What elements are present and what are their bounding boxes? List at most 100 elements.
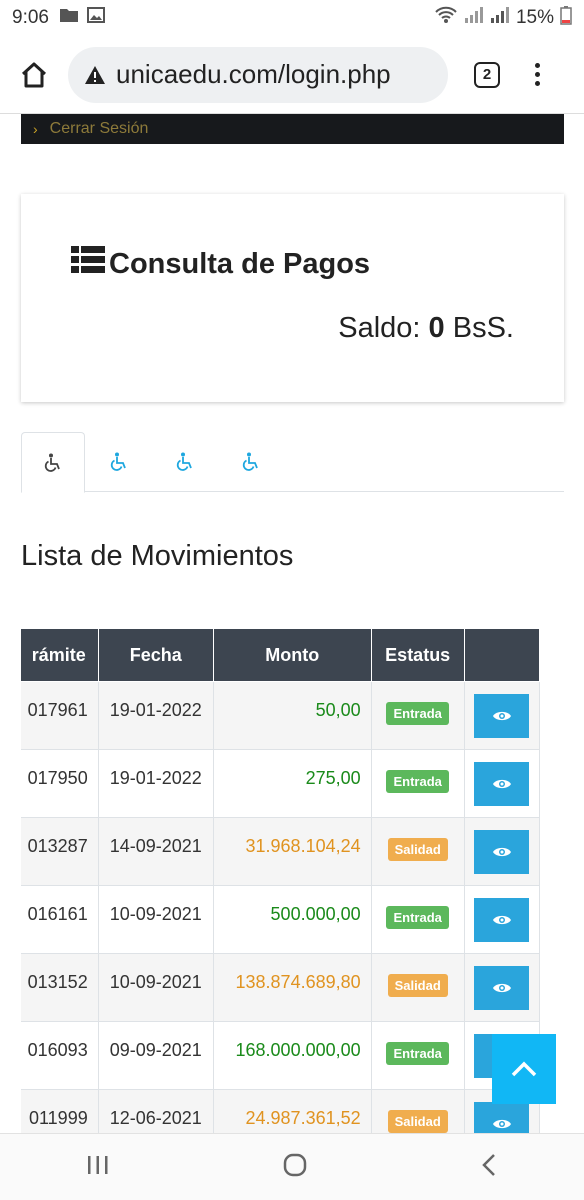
chevron-up-icon bbox=[511, 1061, 537, 1077]
header-accion bbox=[463, 628, 541, 682]
nav-strip: › Cerrar Sesión bbox=[21, 114, 564, 144]
status-bar: 9:06 15% bbox=[0, 0, 584, 36]
table-header-row: rámite Fecha Monto Estatus bbox=[21, 628, 541, 682]
eye-icon bbox=[492, 1119, 511, 1129]
eye-icon bbox=[492, 915, 511, 925]
cell-monto: 31.968.104,24 bbox=[212, 817, 372, 886]
tab-3[interactable] bbox=[153, 432, 217, 492]
status-right: 15% bbox=[434, 5, 572, 31]
recent-apps-button[interactable] bbox=[86, 1154, 110, 1181]
screen: 9:06 15% unicaedu.com/login.php 2 › Cerr… bbox=[0, 0, 584, 1200]
tab-switcher-button[interactable]: 2 bbox=[474, 61, 500, 88]
table-row: 016161 10-09-2021 500.000,00 Entrada bbox=[21, 885, 541, 954]
cell-accion bbox=[463, 749, 541, 818]
cell-estatus: Salidad bbox=[370, 817, 465, 886]
folder-icon bbox=[59, 7, 79, 29]
section-title: Lista de Movimientos bbox=[21, 540, 294, 572]
movements-table: rámite Fecha Monto Estatus 017961 19-01-2… bbox=[21, 628, 541, 1134]
cell-fecha: 10-09-2021 bbox=[97, 885, 214, 954]
cell-monto: 138.874.689,80 bbox=[212, 953, 372, 1022]
cell-monto: 50,00 bbox=[212, 681, 372, 750]
balance-card: Consulta de Pagos Saldo: 0 BsS. bbox=[21, 194, 564, 402]
cell-monto: 168.000.000,00 bbox=[212, 1021, 372, 1090]
recent-apps-icon bbox=[88, 1155, 108, 1174]
view-button[interactable] bbox=[474, 898, 530, 942]
tab-2[interactable] bbox=[87, 432, 151, 492]
cell-fecha: 09-09-2021 bbox=[97, 1021, 214, 1090]
cell-tramite: 017961 bbox=[21, 681, 99, 750]
movements-table-wrapper[interactable]: rámite Fecha Monto Estatus 017961 19-01-2… bbox=[21, 628, 564, 1134]
status-badge: Entrada bbox=[386, 906, 449, 929]
home-circle-icon bbox=[283, 1153, 307, 1176]
status-badge: Salidad bbox=[387, 838, 448, 861]
cell-accion bbox=[463, 681, 541, 750]
eye-icon bbox=[492, 847, 511, 857]
cell-accion bbox=[463, 953, 541, 1022]
cell-tramite: 017950 bbox=[21, 749, 99, 818]
eye-icon bbox=[492, 779, 511, 789]
view-button[interactable] bbox=[474, 830, 530, 874]
back-icon bbox=[482, 1153, 495, 1176]
balance-label: Saldo: bbox=[338, 312, 421, 344]
warning-icon bbox=[85, 65, 105, 84]
page-title-text: Consulta de Pagos bbox=[109, 247, 371, 280]
tab-bar bbox=[21, 432, 564, 493]
status-badge: Entrada bbox=[386, 702, 449, 725]
table-row: 013152 10-09-2021 138.874.689,80 Salidad bbox=[21, 953, 541, 1022]
view-button[interactable] bbox=[474, 694, 530, 738]
balance-unit: BsS. bbox=[452, 312, 514, 344]
header-tramite: rámite bbox=[21, 628, 99, 682]
cell-tramite: 013152 bbox=[21, 953, 99, 1022]
view-button[interactable] bbox=[474, 966, 530, 1010]
table-body: 017961 19-01-2022 50,00 Entrada 017950 19-01-… bbox=[21, 681, 541, 1134]
cell-tramite: 016161 bbox=[21, 885, 99, 954]
balance: Saldo: 0 BsS. bbox=[338, 312, 514, 345]
wifi-icon bbox=[434, 6, 458, 30]
image-icon bbox=[86, 7, 105, 29]
chevron-right-icon: › bbox=[33, 121, 38, 137]
wheelchair-icon bbox=[110, 452, 126, 471]
cell-estatus: Entrada bbox=[370, 885, 465, 954]
cell-tramite: 011999 bbox=[21, 1089, 99, 1134]
scroll-to-top-button[interactable] bbox=[492, 1034, 556, 1104]
url-text: unicaedu.com/login.php bbox=[116, 59, 391, 89]
header-fecha: Fecha bbox=[97, 628, 214, 682]
cell-monto: 275,00 bbox=[212, 749, 372, 818]
status-badge: Salidad bbox=[387, 974, 448, 997]
cell-monto: 500.000,00 bbox=[212, 885, 372, 954]
cell-accion bbox=[463, 817, 541, 886]
table-row: 011999 12-06-2021 24.987.361,52 Salidad bbox=[21, 1089, 541, 1134]
home-button[interactable] bbox=[12, 53, 56, 97]
logout-link[interactable]: Cerrar Sesión bbox=[50, 120, 149, 138]
signal-icon bbox=[464, 6, 484, 30]
eye-icon bbox=[492, 711, 511, 721]
battery-icon bbox=[560, 5, 572, 31]
address-bar[interactable]: unicaedu.com/login.php bbox=[68, 46, 448, 103]
cell-fecha: 19-01-2022 bbox=[97, 681, 214, 750]
table-row: 013287 14-09-2021 31.968.104,24 Salidad bbox=[21, 817, 541, 886]
home-nav-button[interactable] bbox=[282, 1152, 308, 1183]
view-button[interactable] bbox=[474, 762, 530, 806]
cell-fecha: 12-06-2021 bbox=[97, 1089, 214, 1134]
cell-estatus: Entrada bbox=[370, 1021, 465, 1090]
status-badge: Entrada bbox=[386, 770, 449, 793]
header-monto: Monto bbox=[212, 628, 372, 682]
browser-menu-button[interactable] bbox=[532, 63, 542, 86]
tab-1[interactable] bbox=[21, 432, 85, 493]
tab-4[interactable] bbox=[219, 432, 283, 492]
cell-tramite: 013287 bbox=[21, 817, 99, 886]
status-badge: Salidad bbox=[387, 1110, 448, 1133]
cell-monto: 24.987.361,52 bbox=[212, 1089, 372, 1134]
header-estatus: Estatus bbox=[370, 628, 465, 682]
cell-accion bbox=[463, 885, 541, 954]
view-button[interactable] bbox=[474, 1102, 530, 1134]
system-nav-bar bbox=[0, 1133, 584, 1200]
back-button[interactable] bbox=[480, 1153, 498, 1182]
cell-estatus: Salidad bbox=[370, 1089, 465, 1134]
signal-icon-2 bbox=[490, 6, 510, 30]
cell-estatus: Salidad bbox=[370, 953, 465, 1022]
cell-fecha: 14-09-2021 bbox=[97, 817, 214, 886]
wheelchair-icon bbox=[242, 452, 258, 471]
home-icon bbox=[21, 62, 47, 87]
wheelchair-icon bbox=[176, 452, 192, 471]
